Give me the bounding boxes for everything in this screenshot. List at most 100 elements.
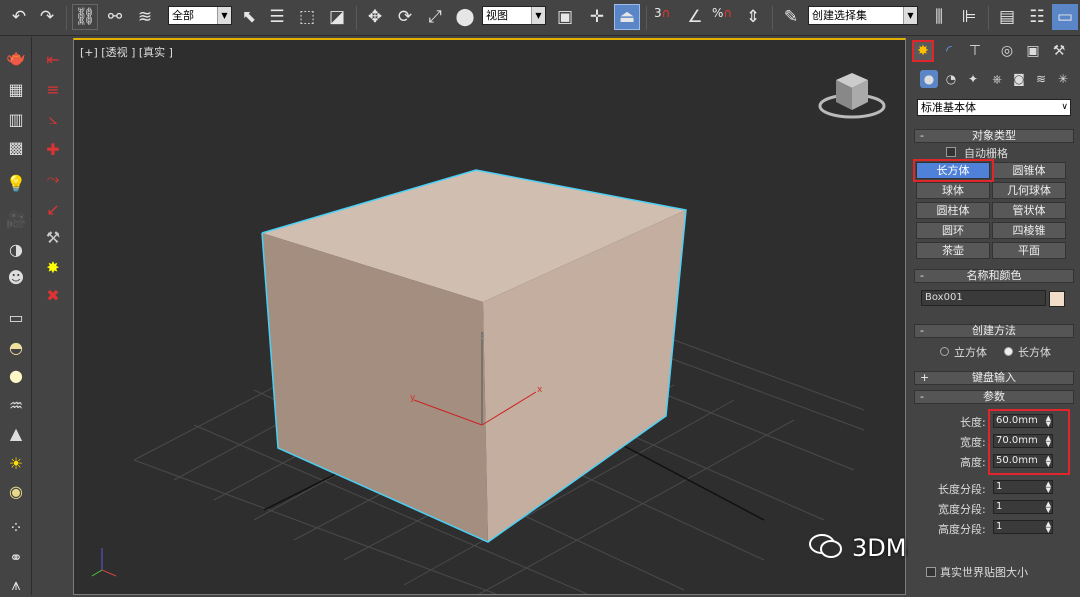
window-crossing-icon[interactable]: ◪ [324,4,350,30]
helper-tape-icon[interactable]: ⇤ [41,47,65,71]
height-segs-spinner[interactable]: 1 ▲ ▼ [993,520,1053,534]
render-frame-icon[interactable]: ▩ [4,135,28,159]
spinner-arrows-icon[interactable]: ▲ ▼ [1046,501,1051,514]
named-selection-select[interactable]: 创建选择集 ▼ [808,6,918,25]
shapes-category-button[interactable]: ◔ [942,70,960,88]
tube-button[interactable]: 管状体 [992,202,1066,219]
tab-utilities[interactable]: ⚒ [1048,40,1070,62]
geosphere-button[interactable]: 几何球体 [992,182,1066,199]
autogrid-checkbox[interactable] [946,147,956,157]
layer-explorer-icon[interactable]: ▤ [994,4,1020,30]
helper-arrow-icon[interactable]: ↙ [41,197,65,221]
spinner-arrows-icon[interactable]: ▲ ▼ [1046,481,1051,494]
shell-icon[interactable]: ♒ [4,393,28,417]
tab-display[interactable]: ▣ [1022,40,1044,62]
sphere-button[interactable]: 球体 [916,182,990,199]
tab-create[interactable]: ✸ [912,40,934,62]
snap-toggle[interactable]: 3∩ [654,6,670,20]
helper-grid-icon[interactable]: ≡ [41,77,65,101]
plane-button[interactable]: 平面 [992,242,1066,259]
angle-snap-icon[interactable]: ∠ [682,4,708,30]
select-and-link-icon[interactable]: ⛓ [72,4,98,30]
real-world-map-checkbox[interactable] [926,567,936,577]
bind-spacewarp-icon[interactable]: ≋ [132,4,158,30]
cameras-category-button[interactable]: ⎈ [988,70,1006,88]
rollout-creation-method[interactable]: - 创建方法 [914,324,1074,338]
lights-category-button[interactable]: ✦ [964,70,982,88]
rect-selection-icon[interactable]: ⬚ [294,4,320,30]
percent-snap-toggle[interactable]: %∩ [712,6,732,20]
rollout-object-type-title: 对象类型 [972,129,1016,142]
hemisphere-icon[interactable]: ◓ [4,335,28,359]
sphere-icon[interactable]: ● [4,363,28,387]
spinner-arrows-icon[interactable]: ▲ ▼ [1046,521,1051,534]
length-segs-spinner[interactable]: 1 ▲ ▼ [993,480,1053,494]
ball-icon[interactable]: ◉ [4,479,28,503]
select-object-icon[interactable]: ⬉ [236,4,262,30]
render-setup-icon[interactable]: ▥ [4,107,28,131]
scale-icon[interactable]: ⤢ [422,4,448,30]
undo-icon[interactable]: ↶ [6,4,32,30]
molecule-icon[interactable]: ⚭ [4,545,28,569]
teapot-button[interactable]: 茶壶 [916,242,990,259]
cone-icon[interactable]: ▲ [4,421,28,445]
rollout-object-type[interactable]: - 对象类型 [914,129,1074,143]
tab-motion[interactable]: ◎ [996,40,1018,62]
dots-grid-icon[interactable]: ⁘ [4,515,28,539]
width-segs-spinner[interactable]: 1 ▲ ▼ [993,500,1053,514]
cylinder-button[interactable]: 圆柱体 [916,202,990,219]
mirror-icon[interactable]: ⫼ [926,4,952,30]
systems-category-button[interactable]: ✳ [1054,70,1072,88]
align-icon[interactable]: ⊫ [956,4,982,30]
place-icon[interactable]: ⬤ [452,4,478,30]
move-icon[interactable]: ✥ [362,4,388,30]
material-editor-icon[interactable]: ▦ [4,77,28,101]
burst-icon[interactable]: ✸ [41,255,65,279]
box-radio[interactable] [1004,347,1013,356]
perspective-viewport[interactable]: [+] [透视 ] [真实 ] z y x [73,38,906,595]
keyboard-shortcut-override-icon[interactable]: ⏏ [614,4,640,30]
tab-hierarchy[interactable]: ⊤ [964,40,986,62]
rollout-name-color[interactable]: - 名称和颜色 [914,269,1074,283]
plane-shape-icon[interactable]: ▭ [4,305,28,329]
ribbon-toggle-icon[interactable]: ▭ [1052,4,1078,30]
spinner-snap-icon[interactable]: ⇕ [740,4,766,30]
scene-explorer-icon[interactable]: ☷ [1024,4,1050,30]
helper-compass-icon[interactable]: ⤳ [41,167,65,191]
geometry-category-button[interactable]: ● [920,70,938,88]
hammer-icon[interactable]: ⚒ [41,225,65,249]
spacewarps-category-button[interactable]: ≋ [1032,70,1050,88]
light-icon[interactable]: 💡 [4,171,28,195]
tripod-icon[interactable]: ⩚ [4,573,28,597]
sound-icon[interactable]: ◑ [4,237,28,261]
redo-icon[interactable]: ↷ [34,4,60,30]
helpers-category-button[interactable]: ◙ [1010,70,1028,88]
helper-point-icon[interactable]: ✚ [41,137,65,161]
cube-radio[interactable] [940,347,949,356]
object-name-field[interactable]: Box001 [921,290,1046,306]
delete-helper-icon[interactable]: ✖ [41,283,65,307]
helper-protractor-icon[interactable]: ⦣ [41,107,65,131]
unlink-icon[interactable]: ⚯ [102,4,128,30]
select-manipulate-icon[interactable]: ✛ [584,4,610,30]
category-dropdown[interactable]: 标准基本体 ∨ [917,99,1071,116]
pivot-center-icon[interactable]: ▣ [552,4,578,30]
display-monitor-icon: ▣ [1026,43,1040,59]
edit-named-selection-icon[interactable]: ✎ [778,4,804,30]
chevron-down-icon: ∨ [1061,102,1068,112]
camera-icon[interactable]: 🎥 [4,207,28,231]
teapot-icon[interactable]: 🫖 [4,45,28,69]
torus-button[interactable]: 圆环 [916,222,990,239]
pyramid-button[interactable]: 四棱锥 [992,222,1066,239]
rollout-parameters[interactable]: - 参数 [914,390,1074,404]
rotate-icon[interactable]: ⟳ [392,4,418,30]
object-color-swatch[interactable] [1049,291,1065,307]
select-by-name-icon[interactable]: ☰ [264,4,290,30]
character-icon[interactable]: ☻ [4,265,28,289]
selection-filter-select[interactable]: 全部 ▼ [168,6,232,25]
tab-modify[interactable]: ◜ [938,40,960,62]
sun-icon[interactable]: ☀ [4,451,28,475]
rollout-keyboard-entry[interactable]: + 键盘输入 [914,371,1074,385]
reference-coordinate-select[interactable]: 视图 ▼ [482,6,546,25]
cone-button[interactable]: 圆锥体 [992,162,1066,179]
